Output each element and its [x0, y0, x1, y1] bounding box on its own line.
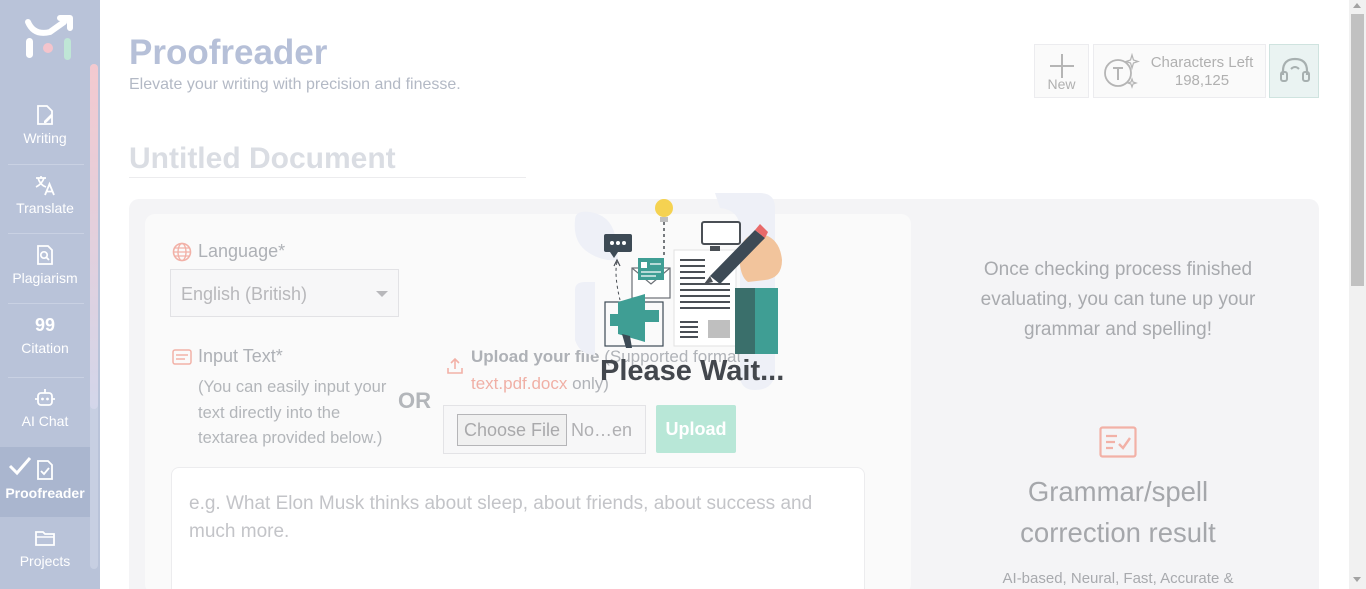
sidebar-item-label: AI Chat [21, 413, 69, 429]
sidebar-item-label: Plagiarism [12, 270, 78, 286]
file-name-text: No…en [571, 420, 633, 440]
sidebar-item-projects[interactable]: Projects [0, 527, 90, 589]
language-select[interactable]: English (British) [170, 269, 399, 317]
citation-icon: 99 [34, 315, 56, 335]
input-text-hint: (You can easily input your text directly… [198, 378, 387, 447]
proofreader-icon [37, 460, 53, 480]
checklist-icon [1099, 426, 1137, 458]
scroll-up-icon[interactable] [1353, 3, 1361, 8]
language-label-text: Language* [198, 241, 286, 261]
page-subtitle: Elevate your writing with precision and … [129, 76, 461, 93]
upload-button[interactable]: Upload [656, 405, 736, 453]
or-divider: OR [398, 388, 431, 413]
globe-icon [172, 242, 192, 261]
sidebar-item-label: Citation [21, 340, 69, 356]
textarea-placeholder: e.g. What Elon Musk thinks about sleep, … [189, 493, 813, 542]
sidebar-item-label: Translate [16, 200, 74, 216]
result-subtext: AI-based, Neural, Fast, Accurate & [1002, 570, 1234, 587]
result-heading: Grammar/spell correction result [1020, 476, 1216, 548]
text-sparkle-icon [1104, 53, 1140, 89]
robot-icon [35, 389, 55, 406]
scrollbar-thumb[interactable] [1351, 14, 1364, 286]
characters-left-badge: Characters Left 198,125 [1093, 44, 1266, 98]
page-scrollbar[interactable] [1349, 0, 1366, 589]
scroll-down-icon[interactable] [1353, 577, 1361, 582]
input-text-label-text: Input Text* [198, 346, 283, 366]
check-icon [8, 457, 32, 476]
support-button[interactable] [1269, 44, 1319, 98]
chevron-down-icon [376, 291, 388, 297]
please-wait-message: Please Wait... [600, 355, 785, 387]
upload-icon [447, 357, 463, 374]
document-title-underline [129, 177, 526, 178]
characters-left-value: 198,125 [1174, 72, 1230, 89]
sidebar-item-label: Projects [19, 553, 71, 569]
page-title: Proofreader [129, 33, 328, 72]
new-document-button[interactable]: New [1034, 44, 1089, 98]
sidebar-item-citation[interactable]: 99 Citation [0, 314, 90, 384]
input-text-label: Input Text* [172, 346, 283, 367]
choose-file-button[interactable]: Choose File [457, 414, 567, 446]
file-input: Choose File No…en [443, 405, 646, 454]
new-button-label: New [1047, 76, 1076, 92]
headset-icon [1280, 57, 1310, 82]
sidebar-item-label: Proofreader [5, 485, 85, 501]
plagiarism-icon [37, 245, 53, 265]
app-logo[interactable] [24, 14, 74, 62]
translate-icon [35, 176, 55, 196]
upload-formats: text.pdf.docx [471, 374, 568, 393]
sidebar-item-label: Writing [23, 130, 67, 146]
text-input-icon [172, 348, 192, 365]
language-select-value: English (British) [181, 284, 308, 304]
characters-left-label: Characters Left [1150, 54, 1254, 71]
document-title[interactable]: Untitled Document [129, 142, 396, 176]
sidebar-scrollbar[interactable] [90, 64, 98, 569]
input-textarea[interactable]: e.g. What Elon Musk thinks about sleep, … [171, 467, 865, 589]
result-info-text: Once checking process finished evaluatin… [980, 259, 1256, 340]
folder-icon [35, 531, 55, 546]
sidebar: Writing Translate Plagiarism 99 Citation… [0, 0, 100, 589]
writing-icon [37, 105, 53, 125]
language-label: Language* [172, 241, 285, 262]
